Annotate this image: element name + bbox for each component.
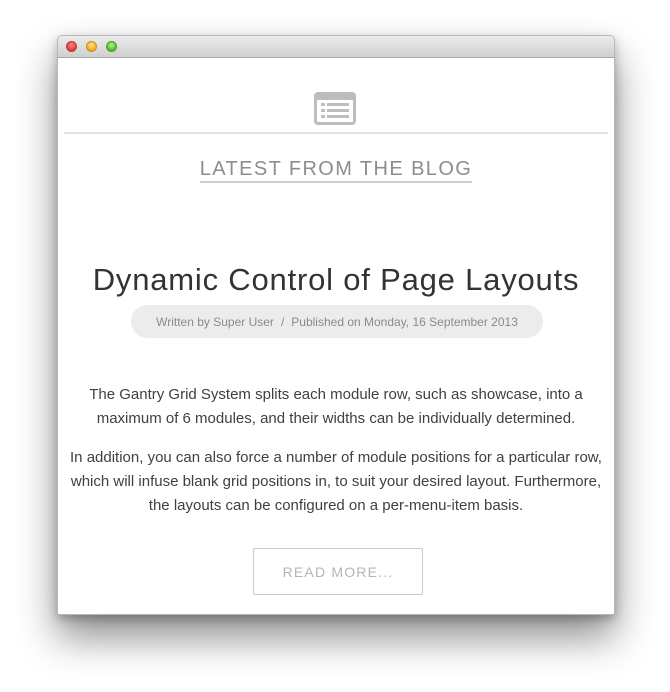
post-paragraph-2: In addition, you can also force a number… [70,449,602,514]
section-heading: LATEST FROM THE BLOG [58,158,614,183]
meta-separator: / [280,314,285,329]
post-author: Written by Super User [156,314,274,329]
close-window-button[interactable] [66,41,77,52]
window-titlebar [58,36,614,58]
blog-module: LATEST FROM THE BLOG Dynamic Control of … [58,58,614,614]
browser-window: LATEST FROM THE BLOG Dynamic Control of … [57,35,615,615]
section-divider [64,132,608,134]
minimize-window-button[interactable] [86,41,97,52]
blog-list-icon [314,92,356,125]
post-paragraph-1: The Gantry Grid System splits each modul… [89,386,583,427]
maximize-window-button[interactable] [106,41,117,52]
post-meta-pill: Written by Super User / Published on Mon… [131,305,543,338]
read-more-button[interactable]: READ MORE... [253,548,423,595]
post-published-date: Published on Monday, 16 September 2013 [291,314,518,329]
post-title[interactable]: Dynamic Control of Page Layouts [58,262,614,298]
section-heading-text: LATEST FROM THE BLOG [199,158,473,183]
